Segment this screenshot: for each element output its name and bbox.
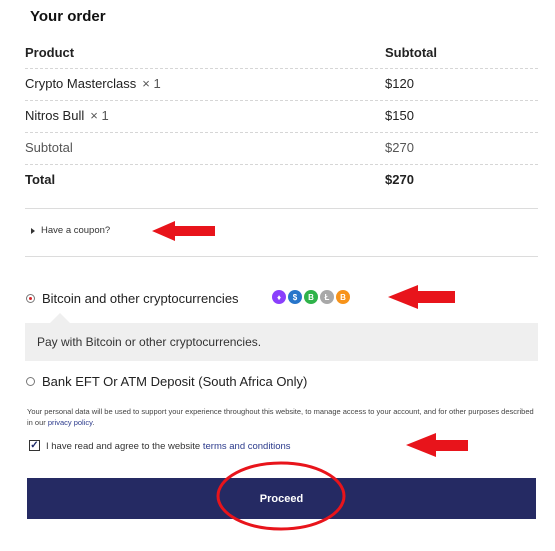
table-row: Nitros Bull × 1 $150	[25, 101, 538, 133]
coupon-label: Have a coupon?	[41, 225, 111, 236]
proceed-label: Proceed	[259, 492, 304, 505]
usdc-icon: $	[288, 290, 302, 304]
divider	[25, 208, 538, 209]
product-name: Nitros Bull	[25, 108, 85, 123]
terms-checkbox[interactable]: ✓	[29, 440, 40, 451]
bank-radio[interactable]	[26, 377, 35, 386]
litecoin-icon: Ł	[320, 290, 334, 304]
crypto-description-box: Pay with Bitcoin or other cryptocurrenci…	[25, 323, 538, 361]
col-subtotal-header: Subtotal	[385, 45, 437, 60]
product-price: $120	[385, 76, 414, 91]
privacy-text: Your personal data will be used to suppo…	[27, 407, 534, 427]
crypto-description: Pay with Bitcoin or other cryptocurrenci…	[37, 335, 262, 349]
terms-text: I have read and agree to the website	[46, 441, 203, 452]
crypto-icons: ♦ $ B Ł B	[272, 290, 350, 304]
total-label: Total	[25, 172, 56, 187]
table-header: Product Subtotal	[25, 40, 538, 69]
annotation-arrow-terms	[406, 433, 468, 457]
coupon-toggle[interactable]: Have a coupon?	[31, 225, 110, 236]
total-value: $270	[385, 172, 414, 187]
subtotal-row: Subtotal $270	[25, 133, 538, 165]
bank-option-label: Bank EFT Or ATM Deposit (South Africa On…	[42, 374, 308, 389]
privacy-notice: Your personal data will be used to suppo…	[27, 407, 539, 428]
divider	[25, 256, 538, 257]
col-product-header: Product	[25, 45, 75, 60]
order-table: Product Subtotal Crypto Masterclass × 1 $…	[25, 40, 538, 196]
description-notch	[50, 313, 70, 323]
total-row: Total $270	[25, 165, 538, 196]
item-name: Nitros Bull × 1	[25, 108, 109, 123]
item-name: Crypto Masterclass × 1	[25, 76, 161, 91]
terms-label: I have read and agree to the website ter…	[46, 441, 291, 452]
product-price: $150	[385, 108, 414, 123]
privacy-end: .	[92, 417, 95, 427]
privacy-policy-link[interactable]: privacy policy	[48, 418, 92, 427]
product-qty: × 1	[142, 76, 161, 91]
proceed-button[interactable]: Proceed	[27, 478, 536, 519]
annotation-arrow-coupon	[152, 221, 215, 241]
annotation-arrow-crypto	[388, 285, 455, 309]
crypto-option-label: Bitcoin and other cryptocurrencies	[42, 291, 239, 306]
product-qty: × 1	[90, 108, 109, 123]
product-name: Crypto Masterclass	[25, 76, 137, 91]
bitcoin-cash-icon: B	[304, 290, 318, 304]
order-heading: Your order	[30, 8, 106, 25]
ethereum-icon: ♦	[272, 290, 286, 304]
crypto-radio[interactable]	[26, 294, 35, 303]
table-row: Crypto Masterclass × 1 $120	[25, 69, 538, 101]
subtotal-label: Subtotal	[25, 140, 73, 155]
caret-right-icon	[31, 227, 35, 234]
subtotal-value: $270	[385, 140, 414, 155]
terms-link[interactable]: terms and conditions	[203, 441, 291, 452]
bitcoin-icon: B	[336, 290, 350, 304]
